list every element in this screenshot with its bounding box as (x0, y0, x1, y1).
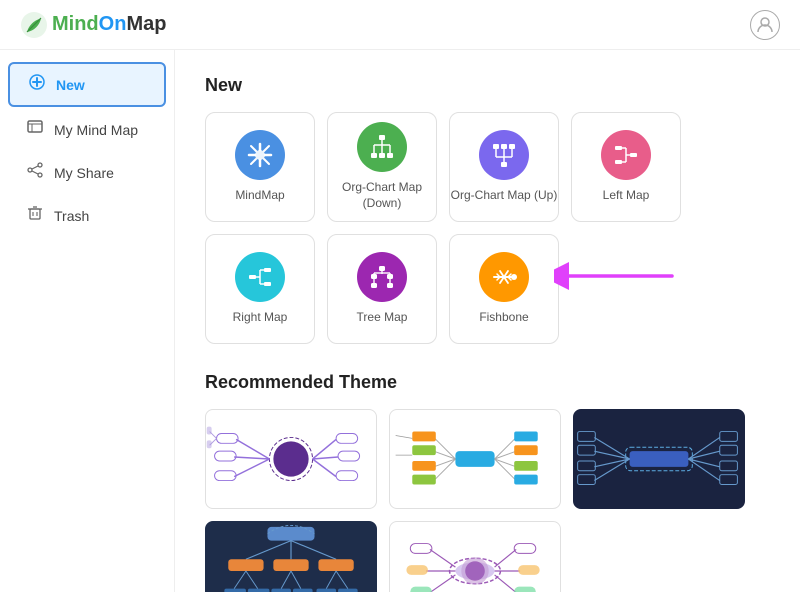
map-card-right-map[interactable]: Right Map (205, 234, 315, 344)
sidebar-item-new[interactable]: New (8, 62, 166, 107)
right-map-icon (235, 252, 285, 302)
sidebar-item-my-mind-map[interactable]: My Mind Map (8, 109, 166, 150)
logo-text: MindOnMap (52, 13, 166, 36)
main-content: New MindM (175, 50, 800, 592)
org-down-label: Org-Chart Map (Down) (342, 180, 422, 211)
theme-card-2[interactable] (389, 409, 561, 509)
org-down-icon (357, 122, 407, 172)
map-card-tree-map[interactable]: Tree Map (327, 234, 437, 344)
theme-preview-5 (390, 522, 560, 592)
tree-map-icon (357, 252, 407, 302)
mindmap-label: MindMap (235, 188, 284, 204)
map-types-grid: MindMap Org-C (205, 112, 770, 344)
theme-card-4[interactable] (205, 521, 377, 592)
sidebar-new-label: New (56, 77, 85, 93)
map-card-fishbone[interactable]: Fishbone (449, 234, 559, 344)
my-mind-map-icon (26, 119, 44, 140)
app-header: MindOnMap (0, 0, 800, 50)
sidebar-my-share-label: My Share (54, 165, 114, 181)
fishbone-wrapper: Fishbone (449, 234, 559, 344)
theme-preview-3 (574, 410, 744, 508)
sidebar-item-trash[interactable]: Trash (8, 195, 166, 236)
fishbone-icon (479, 252, 529, 302)
theme-preview-2 (390, 410, 560, 508)
left-map-label: Left Map (603, 188, 650, 204)
sidebar-my-mind-map-label: My Mind Map (54, 122, 138, 138)
map-card-mindmap[interactable]: MindMap (205, 112, 315, 222)
app-logo: MindOnMap (20, 11, 166, 39)
right-map-label: Right Map (233, 310, 288, 326)
logo-icon (20, 11, 48, 39)
tree-map-label: Tree Map (357, 310, 408, 326)
theme-preview-1 (206, 410, 376, 508)
map-card-left-map[interactable]: Left Map (571, 112, 681, 222)
theme-preview-4 (206, 522, 376, 592)
org-up-label: Org-Chart Map (Up) (451, 188, 558, 204)
org-up-icon (479, 130, 529, 180)
theme-card-5[interactable] (389, 521, 561, 592)
new-icon (28, 74, 46, 95)
sidebar-item-my-share[interactable]: My Share (8, 152, 166, 193)
arrow-annotation (554, 262, 674, 290)
theme-grid (205, 409, 770, 592)
recommended-section-title: Recommended Theme (205, 372, 770, 393)
sidebar: New My Mind Map (0, 50, 175, 592)
theme-card-1[interactable] (205, 409, 377, 509)
theme-card-3[interactable] (573, 409, 745, 509)
sidebar-trash-label: Trash (54, 208, 89, 224)
user-avatar-icon[interactable] (750, 10, 780, 40)
map-card-org-down[interactable]: Org-Chart Map (Down) (327, 112, 437, 222)
fishbone-label: Fishbone (479, 310, 528, 326)
trash-icon (26, 205, 44, 226)
my-share-icon (26, 162, 44, 183)
new-section-title: New (205, 75, 770, 96)
map-card-org-up[interactable]: Org-Chart Map (Up) (449, 112, 559, 222)
mindmap-icon (235, 130, 285, 180)
main-layout: New My Mind Map (0, 50, 800, 592)
left-map-icon (601, 130, 651, 180)
